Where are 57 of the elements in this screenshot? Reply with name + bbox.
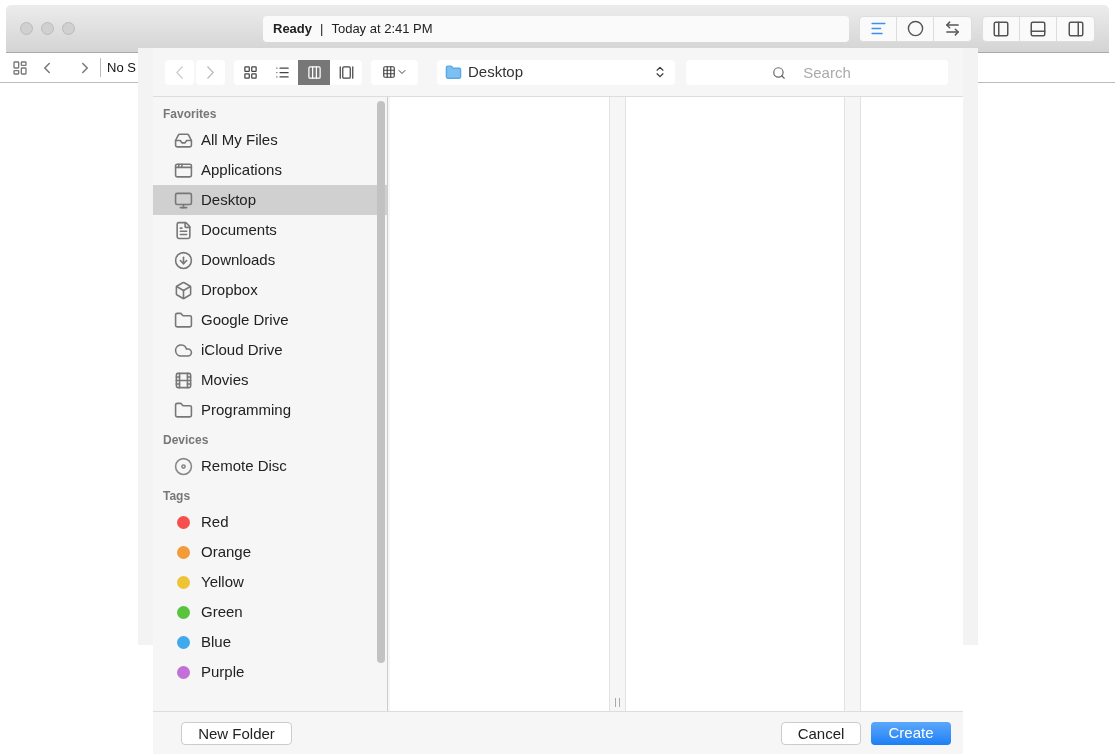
new-folder-button[interactable]: New Folder [181,721,292,745]
document-icon [174,220,193,240]
panel-left-icon [992,19,1010,38]
column-view-icon [306,64,322,80]
sidebar-item[interactable]: Google Drive [153,305,387,335]
sidebar-item[interactable]: Desktop [153,185,387,215]
sidebar-item[interactable]: iCloud Drive [153,335,387,365]
search-field[interactable]: Search [686,59,948,85]
sidebar-item[interactable]: Green [153,597,387,627]
jump-bar-text[interactable]: No S [100,57,136,78]
sidebar-item[interactable]: Yellow [153,567,387,597]
folder-icon [174,310,193,330]
scrollbar[interactable] [377,101,385,663]
monitor-icon [174,190,193,210]
grid-icon [381,65,396,79]
panel-right-icon [1066,19,1085,38]
sidebar-item[interactable]: Programming [153,395,387,425]
separator: | [320,19,324,38]
icon-view-icon [242,64,258,80]
folder-icon [445,63,462,81]
gallery-view-icon [338,64,354,80]
chevron-right-icon [207,65,214,79]
app-icon [174,160,193,180]
list-view-icon [274,64,290,80]
disc-icon [174,456,193,476]
sidebar-item[interactable]: Purple [153,657,387,687]
section-heading: Tags [162,488,192,505]
sidebar-item[interactable]: Documents [153,215,387,245]
box-icon [174,280,193,300]
sidebar-item[interactable]: Downloads [153,245,387,275]
arrange-button[interactable] [371,59,418,85]
folder-icon [174,400,193,420]
status-text: Ready [273,19,313,38]
film-icon [174,370,193,390]
download-icon [174,250,193,270]
arrows-icon [944,20,961,37]
chevron-left-icon [176,65,183,79]
section-heading: Devices [162,432,210,449]
sidebar-item[interactable]: Red [153,507,387,537]
column-view-button[interactable] [298,59,330,85]
sidebar-item[interactable]: Movies [153,365,387,395]
lines-icon [869,20,887,37]
search-icon [772,65,786,80]
grid-icon[interactable] [12,59,28,76]
tray-icon [174,130,193,150]
sidebar-item[interactable]: Applications [153,155,387,185]
panel-bottom-icon [1029,19,1047,38]
sidebar-item[interactable]: Orange [153,537,387,567]
sidebar-item[interactable]: Blue [153,627,387,657]
timestamp: Today at 2:41 PM [331,19,433,38]
sidebar-item[interactable]: Remote Disc [153,451,387,481]
section-heading: Favorites [162,106,218,123]
sidebar-item[interactable]: Dropbox [153,275,387,305]
sidebar-item[interactable]: All My Files [153,125,387,155]
location-popup[interactable]: Desktop [437,59,675,85]
cancel-button[interactable]: Cancel [781,721,861,745]
resize-handle-icon[interactable] [615,698,620,707]
